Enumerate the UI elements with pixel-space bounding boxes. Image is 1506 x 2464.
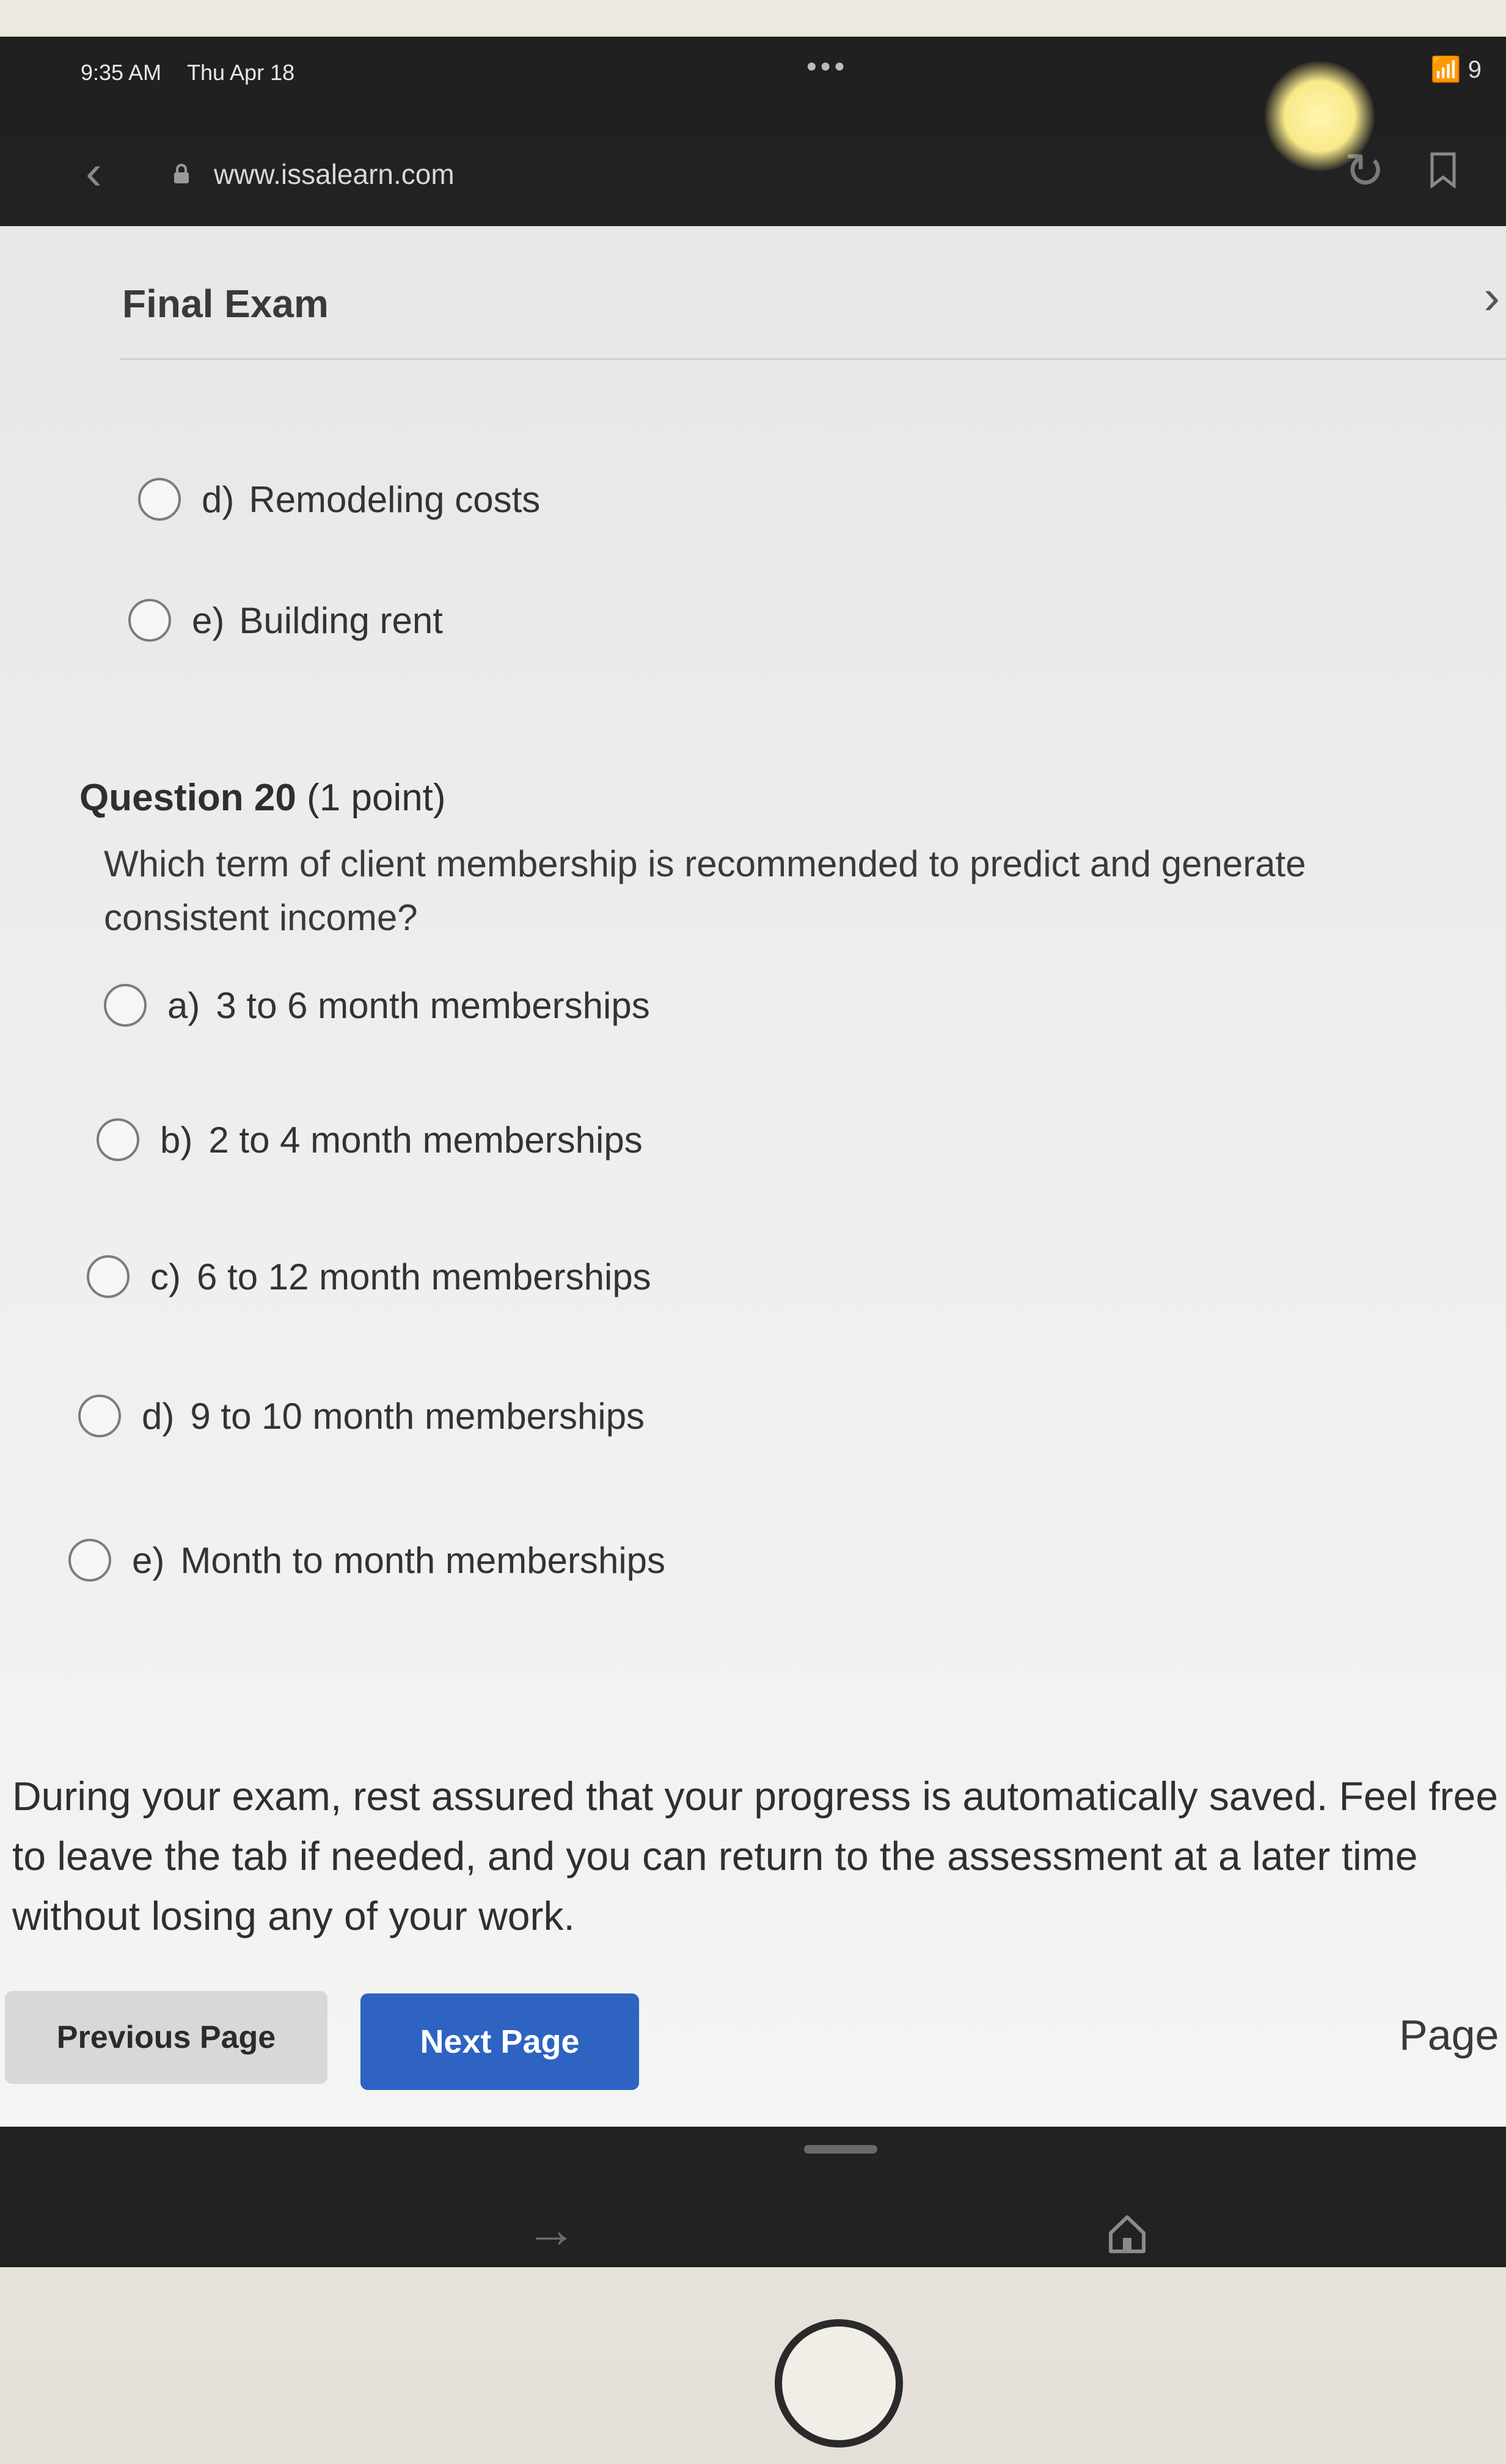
light-glare [1265,61,1375,171]
radio-button[interactable] [68,1539,111,1582]
home-icon[interactable] [1106,2212,1149,2255]
prev-question-option-d[interactable]: d) Remodeling costs [138,478,540,521]
prev-question-option-e[interactable]: e) Building rent [128,599,443,642]
question-heading: Question 20 (1 point) [79,776,446,820]
option-text: 6 to 12 month memberships [196,1256,651,1297]
answer-option-b[interactable]: b) 2 to 4 month memberships [97,1118,643,1161]
radio-button[interactable] [128,599,171,642]
header-divider [120,358,1506,360]
page-indicator: Page [1399,2011,1499,2059]
question-number: Question 20 [79,777,296,819]
radio-button[interactable] [104,984,147,1027]
question-text: Which term of client membership is recom… [104,843,1306,938]
question-points: (1 point) [307,777,446,819]
radio-button[interactable] [138,478,181,521]
exam-page: Final Exam › d) Remodeling costs e) Buil… [0,226,1506,2127]
status-date: Thu Apr 18 [187,60,295,85]
back-icon[interactable]: ‹ [86,148,102,197]
page-title: Final Exam [122,282,329,326]
status-time: 9:35 AM [81,60,162,85]
bookmark-icon[interactable] [1430,152,1457,188]
option-letter: a) [167,985,200,1026]
option-text: 3 to 6 month memberships [216,985,650,1026]
lock-icon [174,164,189,183]
wifi-icon: 📶 9 [1430,56,1482,83]
answer-option-c[interactable]: c) 6 to 12 month memberships [87,1255,651,1298]
option-text: Building rent [239,600,443,641]
option-text: 2 to 4 month memberships [208,1119,643,1160]
tablet-screen: 9:35 AM Thu Apr 18 ••• 📶 9 ‹ www.issalea… [0,37,1506,2267]
chevron-right-icon[interactable]: › [1483,269,1500,325]
answer-option-a[interactable]: a) 3 to 6 month memberships [104,984,650,1027]
browser-toolbar: → [0,2127,1506,2267]
answer-option-d[interactable]: d) 9 to 10 month memberships [78,1395,645,1437]
autosave-notice: During your exam, rest assured that your… [12,1773,1499,1938]
radio-button[interactable] [78,1395,121,1437]
option-text: Month to month memberships [180,1539,666,1581]
url-field[interactable]: www.issalearn.com [214,158,455,191]
radio-button[interactable] [87,1255,130,1298]
option-letter: e) [192,600,225,641]
device-home-button[interactable] [775,2319,903,2448]
option-letter: c) [150,1256,181,1297]
radio-button[interactable] [97,1118,139,1161]
home-indicator-bar[interactable] [804,2145,877,2154]
battery-level: 9 [1468,56,1482,83]
multitask-dots-icon[interactable]: ••• [806,50,848,84]
next-page-button[interactable]: Next Page [360,1993,639,2090]
option-text: Remodeling costs [249,479,541,520]
option-letter: e) [132,1539,165,1581]
option-text: 9 to 10 month memberships [190,1395,645,1437]
option-letter: b) [160,1119,193,1160]
previous-page-button[interactable]: Previous Page [5,1991,327,2084]
option-letter: d) [202,479,235,520]
option-letter: d) [142,1395,175,1437]
forward-icon[interactable]: → [525,2200,577,2259]
answer-option-e[interactable]: e) Month to month memberships [68,1539,665,1582]
